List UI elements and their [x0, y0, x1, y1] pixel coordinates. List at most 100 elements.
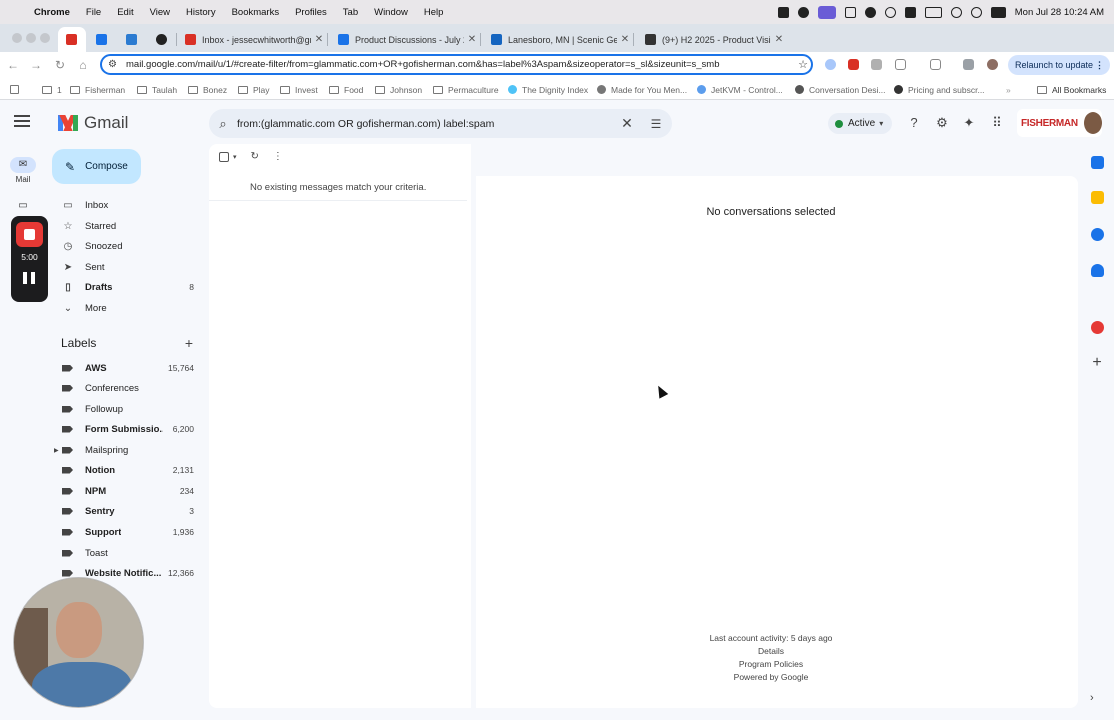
- menu-bookmarks[interactable]: Bookmarks: [232, 7, 280, 18]
- download-icon[interactable]: [963, 59, 974, 70]
- bookmark-link[interactable]: Conversation Desi...: [795, 83, 886, 96]
- menu-profiles[interactable]: Profiles: [295, 7, 327, 18]
- nav-drafts[interactable]: ▯ Drafts 8: [52, 277, 204, 297]
- bookmark-folder[interactable]: Invest: [280, 83, 318, 96]
- details-link[interactable]: Details: [476, 645, 1066, 658]
- menu-app[interactable]: Chrome: [34, 7, 70, 18]
- search-bar[interactable]: ⌕ from:(glammatic.com OR gofisherman.com…: [209, 109, 672, 138]
- home-icon[interactable]: ⌂: [74, 56, 92, 74]
- menu-window[interactable]: Window: [374, 7, 408, 18]
- side-panel-icon[interactable]: [930, 59, 941, 70]
- menubar-datetime[interactable]: Mon Jul 28 10:24 AM: [1015, 7, 1104, 18]
- close-tab-icon[interactable]: ✕: [464, 34, 480, 45]
- tab-product-discussions[interactable]: Product Discussions - July 2 ✕: [330, 27, 481, 52]
- menu-history[interactable]: History: [186, 7, 216, 18]
- glasses-icon[interactable]: [844, 6, 856, 18]
- nav-snoozed[interactable]: ◷ Snoozed: [52, 236, 204, 256]
- lock-icon[interactable]: [904, 6, 916, 18]
- add-addon-icon[interactable]: +: [1088, 354, 1106, 372]
- site-info-icon[interactable]: ⚙: [108, 59, 120, 71]
- label-item[interactable]: ▶ Mailspring: [52, 440, 204, 460]
- bookmark-folder[interactable]: Play: [238, 83, 270, 96]
- close-tab-icon[interactable]: ✕: [311, 34, 327, 45]
- url-text[interactable]: mail.google.com/mail/u/1/#create-filter/…: [126, 59, 795, 70]
- rail-mail[interactable]: ✉ Mail: [10, 157, 36, 184]
- keep-icon[interactable]: [1091, 191, 1104, 204]
- program-policies-link[interactable]: Program Policies: [476, 658, 1066, 671]
- bookmark-folder[interactable]: Bonez: [188, 83, 227, 96]
- search-input[interactable]: from:(glammatic.com OR gofisherman.com) …: [237, 118, 614, 130]
- menu-edit[interactable]: Edit: [117, 7, 133, 18]
- avatar[interactable]: [1083, 112, 1102, 134]
- label-item[interactable]: Conferences: [52, 378, 204, 398]
- wifi-icon[interactable]: [950, 6, 962, 18]
- play-icon[interactable]: [884, 6, 896, 18]
- close-window-button[interactable]: [12, 33, 22, 43]
- forward-arrow-icon[interactable]: →: [27, 56, 45, 74]
- bookmark-folder[interactable]: Taulah: [137, 83, 177, 96]
- bookmark-star-icon[interactable]: ☆: [795, 58, 811, 71]
- battery-icon[interactable]: [924, 6, 942, 18]
- minimize-window-button[interactable]: [26, 33, 36, 43]
- label-item[interactable]: Toast: [52, 543, 204, 563]
- bookmark-link[interactable]: The Dignity Index: [508, 83, 588, 96]
- extension-icon[interactable]: [825, 59, 836, 70]
- menu-file[interactable]: File: [86, 7, 101, 18]
- bookmark-folder[interactable]: Fisherman: [70, 83, 125, 96]
- select-all-checkbox[interactable]: ▾: [219, 151, 237, 162]
- search-options-icon[interactable]: ☰: [640, 117, 672, 131]
- tab-gmail-pinned[interactable]: [58, 27, 86, 52]
- nav-more[interactable]: ⌄ More: [52, 298, 204, 318]
- gmail-extension-icon[interactable]: [848, 59, 859, 70]
- stop-recording-button[interactable]: [16, 222, 43, 247]
- nav-inbox[interactable]: ▭ Inbox: [52, 195, 204, 215]
- label-item[interactable]: Form Submissio... 6,200: [52, 419, 204, 439]
- screen-share-icon[interactable]: [817, 5, 836, 19]
- tab-docs-pinned[interactable]: [88, 27, 116, 52]
- gemini-sparkle-icon[interactable]: ✦: [960, 114, 978, 132]
- tasks-icon[interactable]: [1091, 228, 1104, 241]
- tab-pinned-4[interactable]: [148, 27, 177, 52]
- chevron-right-icon[interactable]: ›: [1090, 692, 1094, 704]
- help-icon[interactable]: ?: [905, 114, 923, 132]
- menu-view[interactable]: View: [150, 7, 170, 18]
- label-item[interactable]: NPM 234: [52, 481, 204, 501]
- label-item[interactable]: AWS 15,764: [52, 358, 204, 378]
- search-icon[interactable]: ⌕: [209, 116, 237, 132]
- bookmark-folder[interactable]: 1: [42, 83, 62, 96]
- create-label-icon[interactable]: +: [182, 335, 196, 351]
- nav-sent[interactable]: ➤ Sent: [52, 257, 204, 277]
- nav-starred[interactable]: ☆ Starred: [52, 216, 204, 236]
- more-vertical-icon[interactable]: ⋮: [273, 151, 283, 162]
- bookmark-link[interactable]: Made for You Men...: [597, 83, 687, 96]
- apps-grid-icon[interactable]: [10, 83, 24, 96]
- gmail-logo[interactable]: Gmail: [58, 113, 128, 133]
- shield-icon[interactable]: [864, 6, 876, 18]
- weather-icon[interactable]: [797, 6, 809, 18]
- label-item[interactable]: Followup: [52, 399, 204, 419]
- all-bookmarks[interactable]: All Bookmarks: [1037, 83, 1106, 96]
- rail-chat[interactable]: ▭: [10, 198, 36, 214]
- bookmark-link[interactable]: Pricing and subscr...: [894, 83, 985, 96]
- bookmark-link[interactable]: JetKVM - Control...: [697, 83, 783, 96]
- tab-inbox[interactable]: Inbox - jessecwhitworth@gm ✕: [177, 27, 328, 52]
- profile-avatar[interactable]: [987, 59, 998, 70]
- bookmark-folder[interactable]: Johnson: [375, 83, 422, 96]
- close-tab-icon[interactable]: ✕: [771, 34, 787, 45]
- tab-pinned-3[interactable]: [118, 27, 146, 52]
- more-bookmarks-icon[interactable]: »: [1006, 83, 1011, 96]
- tab-h2-2025[interactable]: (9+) H2 2025 - Product Visio ✕: [637, 27, 787, 52]
- menu-help[interactable]: Help: [424, 7, 444, 18]
- relaunch-to-update-button[interactable]: Relaunch to update ⋮: [1008, 55, 1110, 75]
- settings-gear-icon[interactable]: ⚙: [933, 114, 951, 132]
- label-item[interactable]: Support 1,936: [52, 522, 204, 542]
- status-selector[interactable]: Active ▾: [828, 113, 892, 134]
- extensions-puzzle-icon[interactable]: [895, 59, 906, 70]
- label-item[interactable]: Notion 2,131: [52, 460, 204, 480]
- label-item[interactable]: Sentry 3: [52, 501, 204, 521]
- spotlight-search-icon[interactable]: [970, 6, 982, 18]
- zoom-window-button[interactable]: [40, 33, 50, 43]
- refresh-icon[interactable]: ↻: [251, 151, 259, 162]
- control-center-icon[interactable]: [990, 6, 1006, 18]
- contacts-icon[interactable]: [1091, 264, 1104, 277]
